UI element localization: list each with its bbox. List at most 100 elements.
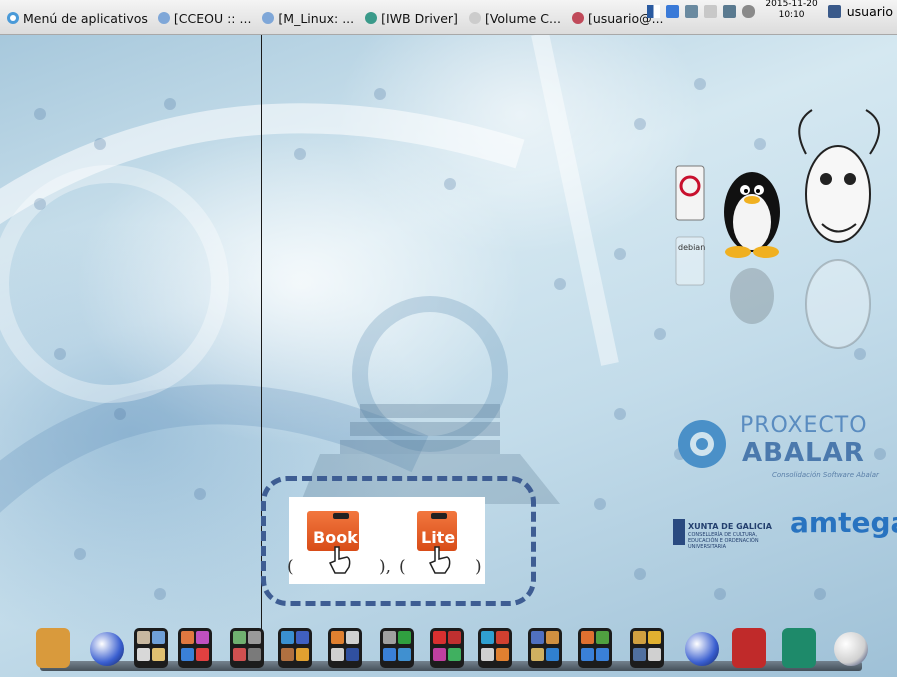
taskbar-window-button[interactable]: [CCEOU :: ... [156,11,254,26]
window-title-label: [M_Linux: ... [278,10,355,26]
dock-apps-group-6-icon[interactable] [380,628,414,668]
dock-apps-group-7-icon[interactable] [430,628,464,668]
app-mini-icon [648,631,661,644]
app-mini-icon [433,631,446,644]
dock-apps-group-3-icon[interactable] [230,628,264,668]
dock-apps-group-1-icon[interactable] [134,628,168,668]
app-mini-icon [633,648,646,661]
paren-close-1: ), [379,557,392,577]
app-mini-icon [633,631,646,644]
battery-icon[interactable] [704,4,718,18]
app-mini-icon [383,648,396,661]
app-mini-icon [481,631,494,644]
clock-date: 2015-11-20 [765,0,818,9]
window-app-icon [571,12,584,24]
app-mini-icon [233,648,246,661]
dock-apps-group-9-icon[interactable] [528,628,562,668]
app-mini-icon [496,648,509,661]
paren-open-1: ( [287,557,294,577]
window-app-icon [262,12,275,24]
top-panel: Menú de aplicativos [CCEOU :: ... [M_Linu… [0,0,897,35]
hand-cursor-icon [428,546,451,574]
volume-icon[interactable] [742,4,756,18]
window-app-icon [365,12,378,24]
app-mini-icon [296,648,309,661]
taskbar-window-button[interactable]: [M_Linux: ... [260,11,356,26]
amtega-logo: amtega [790,506,897,539]
app-mini-icon [196,648,209,661]
updates-icon[interactable] [666,4,680,18]
app-mini-icon [531,631,544,644]
window-app-icon [157,12,170,24]
dock-web-browser-icon[interactable] [90,632,124,666]
app-mini-icon [596,631,609,644]
dock-whiteboard-app-icon[interactable] [782,628,816,668]
debian-label: debian [678,243,706,252]
window-title-label: [IWB Driver] [381,10,458,26]
dock-apps-group-4-icon[interactable] [278,628,312,668]
tux-penguin [724,172,780,324]
app-mini-icon [152,631,165,644]
pen-icon [333,513,349,519]
applications-menu-button[interactable]: Menú de aplicativos [6,11,148,26]
debian-menu-icon [7,12,19,24]
dock-apps-group-10-icon[interactable] [578,628,612,668]
app-mini-icon [648,648,661,661]
user-label[interactable]: usuario [847,4,893,19]
proxecto-label: PROXECTO [740,413,868,438]
window-title-label: [Volume C... [484,10,561,26]
app-mini-icon [448,648,461,661]
dock-apps-group-11-icon[interactable] [630,628,664,668]
app-mini-icon [152,648,165,661]
app-mini-icon [137,631,150,644]
launcher-dock [30,628,872,673]
clock-time: 10:10 [778,10,805,20]
conselleria-label: CONSELLERÍA DE CULTURA, EDUCACIÓN E ORDE… [688,532,759,550]
app-mini-icon [546,648,559,661]
dock-apps-group-2-icon[interactable] [178,628,212,668]
task-list: [CCEOU :: ... [M_Linux: ... [IWB Driver] [V… [156,11,673,26]
annotation-panel: ( Book ), ( Lite ) [287,497,485,584]
xunta-crest [673,519,685,545]
system-tray: 2015-11-20 10:10 usuario [647,0,897,20]
dock-file-cabinet-icon[interactable] [36,628,70,668]
app-mini-icon [398,648,411,661]
abalar-logo [678,420,726,468]
abalar-label: ABALAR [742,438,865,468]
app-mini-icon [531,648,544,661]
app-mini-icon [383,631,396,644]
dock-power-app-icon[interactable] [834,632,868,666]
app-mini-icon [331,648,344,661]
window-title-label: [CCEOU :: ... [173,10,252,26]
pen-icon [431,513,447,519]
app-mini-icon [281,631,294,644]
gnu-head [798,109,880,349]
app-mini-icon [496,631,509,644]
applications-menu-label: Menú de aplicativos [23,10,148,26]
taskbar-window-button[interactable]: [Volume C... [467,11,563,26]
keyboard-layout-icon[interactable] [723,4,737,18]
dock-apps-group-8-icon[interactable] [478,628,512,668]
app-mini-icon [137,648,150,661]
app-mini-icon [346,648,359,661]
network-signal-icon[interactable] [647,4,661,18]
app-mini-icon [196,631,209,644]
app-mini-icon [581,631,594,644]
paren-close-2: ) [475,557,482,577]
app-mini-icon [433,648,446,661]
app-mini-icon [248,631,261,644]
app-mini-icon [346,631,359,644]
dock-presentation-app-icon[interactable] [732,628,766,668]
hand-cursor-icon [328,546,351,574]
xunta-label: XUNTA DE GALICIA [688,522,772,531]
dock-web-browser-2-icon[interactable] [685,632,719,666]
app-mini-icon [296,631,309,644]
clock[interactable]: 2015-11-20 10:10 [765,0,818,20]
app-mini-icon [181,648,194,661]
dock-apps-group-5-icon[interactable] [328,628,362,668]
taskbar-window-button[interactable]: [IWB Driver] [363,11,460,26]
app-mini-icon [281,648,294,661]
app-mini-icon [181,631,194,644]
app-mini-icon [596,648,609,661]
display-icon[interactable] [685,4,699,18]
